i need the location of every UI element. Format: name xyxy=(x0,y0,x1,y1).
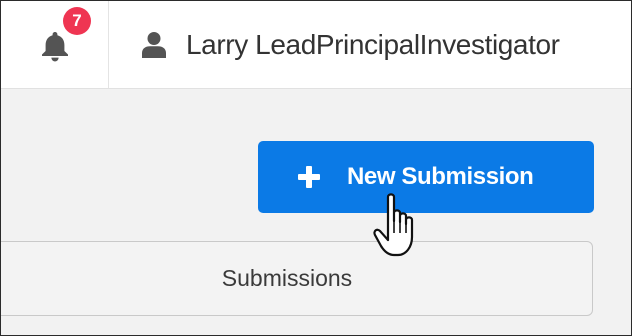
app-frame: 7 Larry LeadPrincipalInvestigator New Su… xyxy=(0,0,632,336)
notification-count-badge: 7 xyxy=(63,7,91,35)
user-menu[interactable]: Larry LeadPrincipalInvestigator xyxy=(109,1,631,88)
notifications-button[interactable]: 7 xyxy=(1,1,109,88)
user-name: Larry LeadPrincipalInvestigator xyxy=(186,29,560,60)
top-bar: 7 Larry LeadPrincipalInvestigator xyxy=(1,1,631,89)
submissions-tab-label: Submissions xyxy=(221,265,353,291)
user-icon xyxy=(142,32,166,58)
submissions-tab[interactable]: Submissions xyxy=(1,241,593,316)
bell-icon xyxy=(42,32,68,62)
new-submission-button[interactable]: New Submission xyxy=(258,141,594,213)
new-submission-label: New Submission xyxy=(347,163,534,190)
plus-icon xyxy=(298,166,320,188)
